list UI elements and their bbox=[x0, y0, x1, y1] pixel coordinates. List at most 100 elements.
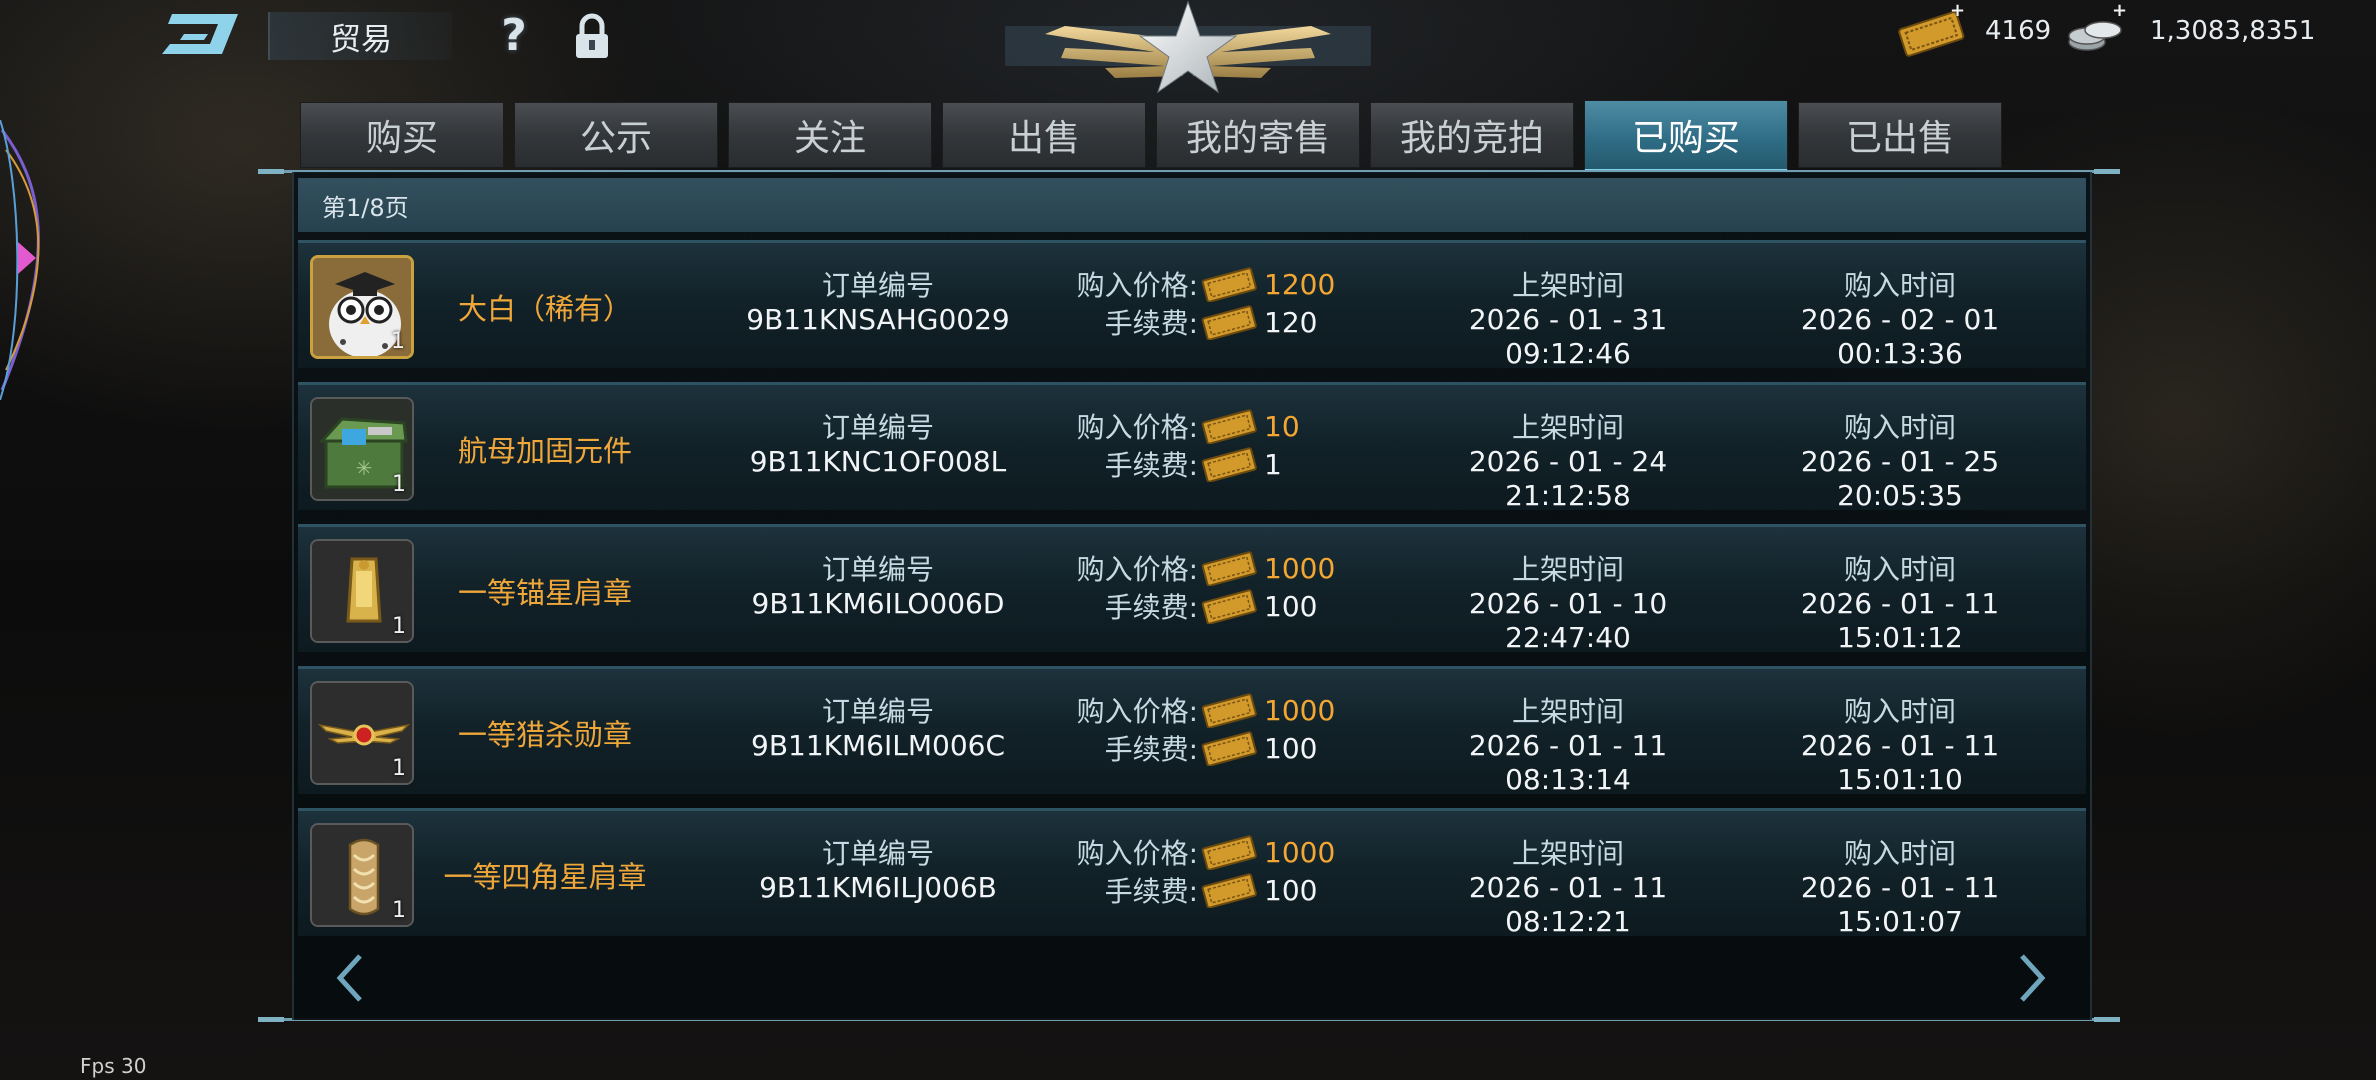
item-quantity: 1 bbox=[392, 898, 406, 923]
buy-price-label: 购入价格: bbox=[1076, 695, 1198, 728]
fee-value: 120 bbox=[1264, 305, 1318, 339]
order-value: 9B11KM6ILO006D bbox=[751, 587, 1005, 620]
listed-time: 上架时间 2026 - 01 - 24 21:12:58 bbox=[1418, 411, 1718, 513]
order-number: 订单编号 9B11KNC1OF008L bbox=[728, 411, 1028, 479]
listed-time-label: 上架时间 bbox=[1511, 695, 1624, 728]
item-name: 一等四角星肩章 bbox=[443, 860, 647, 894]
listed-time: 上架时间 2026 - 01 - 31 09:12:46 bbox=[1418, 269, 1718, 371]
help-button[interactable]: ? bbox=[492, 14, 536, 58]
ticket-icon bbox=[1201, 305, 1257, 340]
price-block: 购入价格: 1000 手续费: 100 bbox=[1068, 833, 1368, 917]
item-quantity: 1 bbox=[392, 472, 406, 497]
purchase-row[interactable]: 1 一等锚星肩章 订单编号 9B11KM6ILO006D 购入价格: 1000 … bbox=[298, 524, 2086, 655]
add-tickets-button[interactable]: + bbox=[1950, 0, 1965, 21]
page-indicator-bar: 第1/8页 bbox=[298, 178, 2086, 232]
purchase-row[interactable]: ✳ 1 航母加固元件 订单编号 9B11KNC1OF008L 购入价格: 10 … bbox=[298, 382, 2086, 513]
fee-value: 100 bbox=[1264, 873, 1318, 907]
fee-label: 手续费: bbox=[1104, 449, 1198, 482]
ticket-icon bbox=[1201, 551, 1257, 586]
buy-price-value: 1200 bbox=[1264, 267, 1336, 301]
item-quantity: 1 bbox=[392, 756, 406, 781]
listed-time-value: 2026 - 01 - 10 22:47:40 bbox=[1468, 587, 1668, 654]
next-page-button[interactable] bbox=[2012, 948, 2052, 1008]
tab-buy[interactable]: 购买 bbox=[300, 102, 504, 168]
listed-time-label: 上架时间 bbox=[1511, 269, 1624, 302]
winged-medal-icon[interactable]: 1 bbox=[310, 681, 414, 785]
purchase-time-value: 2026 - 02 - 01 00:13:36 bbox=[1800, 303, 2000, 370]
fee-label: 手续费: bbox=[1104, 591, 1198, 624]
listed-time-value: 2026 - 01 - 31 09:12:46 bbox=[1468, 303, 1668, 370]
tab-bar: 购买 公示 关注 出售 我的寄售 我的竞拍 已购买 已出售 bbox=[300, 100, 2002, 172]
listed-time: 上架时间 2026 - 01 - 10 22:47:40 bbox=[1418, 553, 1718, 655]
svg-text:✳: ✳ bbox=[356, 456, 373, 480]
listed-time-value: 2026 - 01 - 11 08:13:14 bbox=[1468, 729, 1668, 796]
previous-page-button[interactable] bbox=[330, 948, 370, 1008]
side-menu-toggle[interactable] bbox=[0, 120, 60, 400]
listed-time-label: 上架时间 bbox=[1511, 411, 1624, 444]
purchase-time: 购入时间 2026 - 01 - 11 15:01:12 bbox=[1750, 553, 2050, 655]
price-block: 购入价格: 1000 手续费: 100 bbox=[1068, 691, 1368, 775]
order-number: 订单编号 9B11KM6ILM006C bbox=[728, 695, 1028, 763]
purchase-row[interactable]: 1 一等四角星肩章 订单编号 9B11KM6ILJ006B 购入价格: 1000… bbox=[298, 808, 2086, 939]
panel-corner bbox=[2094, 1017, 2120, 1022]
question-mark-icon: ? bbox=[501, 10, 527, 61]
fee-label: 手续费: bbox=[1104, 307, 1198, 340]
tab-my-bids[interactable]: 我的竞拍 bbox=[1370, 102, 1574, 168]
supply-crate-icon[interactable]: ✳ 1 bbox=[310, 397, 414, 501]
ticket-icon bbox=[1201, 267, 1257, 302]
purchase-time: 购入时间 2026 - 02 - 01 00:13:36 bbox=[1750, 269, 2050, 371]
purchase-row[interactable]: 1 大白（稀有） 订单编号 9B11KNSAHG0029 购入价格: 1200 … bbox=[298, 240, 2086, 371]
fee-value: 100 bbox=[1264, 731, 1318, 765]
order-value: 9B11KM6ILJ006B bbox=[759, 871, 997, 904]
tab-announcement[interactable]: 公示 bbox=[514, 102, 718, 168]
fee-value: 1 bbox=[1264, 447, 1282, 481]
listed-time-value: 2026 - 01 - 11 08:12:21 bbox=[1468, 871, 1668, 938]
coin-balance: 1,3083,8351 bbox=[2150, 16, 2316, 46]
panel-corner bbox=[258, 1017, 284, 1022]
listed-time: 上架时间 2026 - 01 - 11 08:12:21 bbox=[1418, 837, 1718, 939]
owl-pet-icon[interactable]: 1 bbox=[310, 255, 414, 359]
ticket-icon bbox=[1201, 693, 1257, 728]
purchase-row[interactable]: 1 一等猎杀勋章 订单编号 9B11KM6ILM006C 购入价格: 1000 … bbox=[298, 666, 2086, 797]
ticket-icon bbox=[1201, 409, 1257, 444]
arrow-right-icon bbox=[18, 242, 36, 274]
order-value: 9B11KNSAHG0029 bbox=[746, 303, 1010, 336]
ticket-balance: 4169 bbox=[1985, 16, 2052, 46]
order-label: 订单编号 bbox=[821, 837, 934, 870]
fps-counter: Fps 30 bbox=[80, 1054, 147, 1078]
order-value: 9B11KM6ILM006C bbox=[751, 729, 1005, 762]
order-value: 9B11KNC1OF008L bbox=[749, 445, 1007, 478]
braided-epaulette-icon[interactable]: 1 bbox=[310, 823, 414, 927]
trade-title: 贸易 bbox=[268, 12, 452, 60]
order-number: 订单编号 9B11KM6ILJ006B bbox=[728, 837, 1028, 905]
gold-epaulette-icon[interactable]: 1 bbox=[310, 539, 414, 643]
listed-time: 上架时间 2026 - 01 - 11 08:13:14 bbox=[1418, 695, 1718, 797]
order-number: 订单编号 9B11KNSAHG0029 bbox=[728, 269, 1028, 337]
lock-icon[interactable] bbox=[570, 12, 614, 60]
item-name: 一等猎杀勋章 bbox=[457, 718, 632, 752]
buy-price-label: 购入价格: bbox=[1076, 553, 1198, 586]
chevron-right-icon bbox=[2020, 954, 2046, 1002]
star-wings-emblem bbox=[1005, 0, 1371, 94]
buy-price-label: 购入价格: bbox=[1076, 269, 1198, 302]
buy-price-label: 购入价格: bbox=[1076, 411, 1198, 444]
purchase-time: 购入时间 2026 - 01 - 11 15:01:07 bbox=[1750, 837, 2050, 939]
page-indicator: 第1/8页 bbox=[322, 193, 409, 222]
tab-my-consignment[interactable]: 我的寄售 bbox=[1156, 102, 1360, 168]
tab-watchlist[interactable]: 关注 bbox=[728, 102, 932, 168]
add-coins-button[interactable]: + bbox=[2112, 0, 2127, 21]
purchase-time-label: 购入时间 bbox=[1843, 695, 1956, 728]
game-logo-icon[interactable] bbox=[160, 10, 242, 58]
item-name: 一等锚星肩章 bbox=[457, 576, 632, 610]
tab-sold[interactable]: 已出售 bbox=[1798, 102, 2002, 168]
ticket-icon bbox=[1201, 589, 1257, 624]
tab-sell[interactable]: 出售 bbox=[942, 102, 1146, 168]
ticket-icon bbox=[1201, 873, 1257, 908]
listed-time-label: 上架时间 bbox=[1511, 553, 1624, 586]
order-label: 订单编号 bbox=[821, 553, 934, 586]
order-label: 订单编号 bbox=[821, 695, 934, 728]
panel-corner bbox=[2094, 169, 2120, 174]
tab-purchased[interactable]: 已购买 bbox=[1584, 100, 1788, 172]
buy-price-value: 1000 bbox=[1264, 693, 1336, 727]
purchased-list-panel: 第1/8页 1 大白（稀有） 订单编号 9B11KNSAHG0029 购入价格:… bbox=[292, 172, 2092, 1020]
